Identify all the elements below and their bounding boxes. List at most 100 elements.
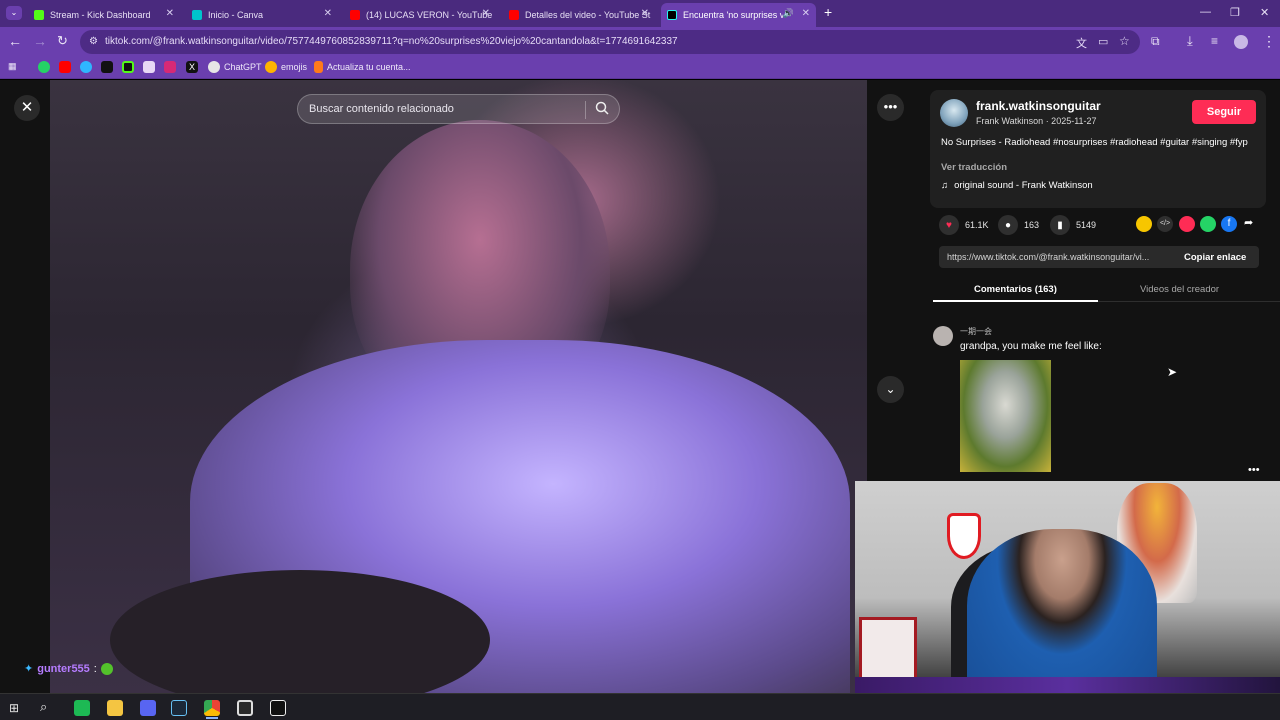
tiktok-icon [667, 10, 677, 20]
repost-share-icon[interactable] [1136, 216, 1152, 232]
extensions-icon[interactable]: ⧉ [1151, 34, 1160, 48]
commenter-name[interactable]: 一期一会 [960, 326, 992, 337]
tab-label: Stream - Kick Dashboard [50, 10, 151, 20]
webcam-desk-light [855, 677, 1280, 693]
chat-badge-icon: ✦ [24, 663, 34, 675]
share-link-url[interactable]: https://www.tiktok.com/@frank.watkinsong… [947, 252, 1172, 262]
webcam-wall-crest [947, 513, 981, 559]
restore-icon[interactable]: ❐ [1230, 6, 1240, 19]
instagram-bookmark[interactable] [164, 61, 176, 73]
sound-row[interactable]: ♫ original sound - Frank Watkinson [941, 180, 1093, 191]
more-options-icon[interactable]: ••• [877, 94, 904, 121]
site-info-icon[interactable]: ⚙ [89, 36, 98, 47]
tab-kick-dashboard[interactable]: Stream - Kick Dashboard ✕ [28, 3, 180, 27]
download-icon[interactable]: ⤓ [1187, 34, 1193, 48]
close-icon[interactable]: ✕ [482, 8, 490, 19]
speaker-icon: 🔊 [782, 8, 794, 18]
menu-icon[interactable]: ⋮ [1262, 34, 1276, 48]
forward-icon[interactable]: → [33, 34, 47, 48]
youtube-icon [350, 10, 360, 20]
x-bookmark[interactable]: X [186, 61, 198, 73]
whatsapp-share-icon[interactable] [1200, 216, 1216, 232]
close-video-button[interactable]: ✕ [14, 95, 40, 121]
translate-icon[interactable]: 文 [1076, 35, 1087, 51]
facebook-share-icon[interactable]: f [1221, 216, 1237, 232]
close-icon[interactable]: ✕ [802, 8, 810, 19]
bookmark-icon: ▮ [1050, 215, 1070, 235]
tab-creator-videos[interactable]: Videos del creador [1140, 284, 1219, 295]
chrome-icon[interactable] [204, 700, 220, 716]
actualiza-bookmark[interactable]: Actualiza tu cuenta... [314, 61, 411, 73]
bookmarks-bar: ▦ X ChatGPT emojis Actualiza tu cuenta..… [0, 57, 1280, 79]
profile-avatar[interactable] [1234, 35, 1248, 49]
tab-youtube-studio[interactable]: Detalles del video - YouTube St ✕ [503, 3, 655, 27]
translate-link[interactable]: Ver traducción [941, 162, 1007, 173]
reload-icon[interactable]: ↻ [57, 34, 68, 48]
browser-toolbar: ← → ↻ ⚙ tiktok.com/@frank.watkinsonguita… [0, 27, 1280, 57]
tiktok-bookmark[interactable] [101, 61, 113, 73]
capcut-icon[interactable] [270, 700, 286, 716]
tiktok-icon [101, 61, 113, 73]
taskbar: ⊞ ⌕ [0, 693, 1280, 720]
send-share-icon[interactable] [1179, 216, 1195, 232]
close-icon[interactable]: ✕ [324, 8, 332, 19]
bookmark-label: emojis [281, 62, 308, 72]
media-icon[interactable]: ≡ [1211, 34, 1218, 48]
file-explorer-icon[interactable] [107, 700, 123, 716]
apps-icon[interactable]: ▦ [8, 61, 17, 72]
close-icon[interactable]: ✕ [641, 8, 649, 19]
next-video-button[interactable]: ⌄ [877, 376, 904, 403]
share-link-box: https://www.tiktok.com/@frank.watkinsong… [939, 246, 1259, 268]
tab-search-icon[interactable]: ⌄ [6, 6, 22, 20]
search-divider [585, 101, 586, 119]
copy-link-button[interactable]: Copiar enlace [1184, 252, 1246, 263]
related-search-input[interactable]: Buscar contenido relacionado [297, 94, 620, 124]
like-stat[interactable]: ♥ 61.1K [939, 215, 989, 235]
comment-gif[interactable] [960, 360, 1051, 472]
whatsapp-bookmark[interactable] [38, 61, 50, 73]
mail-bookmark[interactable] [143, 61, 155, 73]
comment-icon: ● [998, 215, 1018, 235]
edge-bookmark[interactable] [80, 61, 92, 73]
tab-tiktok[interactable]: Encuentra 'no surprises viej 🔊 ✕ [661, 3, 816, 27]
video-player[interactable] [50, 80, 867, 693]
tab-canva[interactable]: Inicio - Canva ✕ [186, 3, 338, 27]
save-count: 5149 [1076, 220, 1097, 230]
mouse-cursor-icon: ➤ [1167, 365, 1178, 379]
bookmark-star-icon[interactable]: ☆ [1119, 34, 1130, 48]
chatgpt-bookmark[interactable]: ChatGPT [208, 61, 262, 73]
close-icon[interactable]: ✕ [166, 8, 174, 19]
search-icon[interactable] [595, 101, 609, 115]
bookmark-label: ChatGPT [224, 62, 262, 72]
comment-stat[interactable]: ● 163 [998, 215, 1039, 235]
spotify-icon[interactable] [74, 700, 90, 716]
tab-youtube-lucas[interactable]: (14) LUCAS VERON - YouTube ✕ [344, 3, 496, 27]
cast-icon[interactable]: ▭ [1098, 35, 1108, 48]
obs-icon[interactable] [237, 700, 253, 716]
kick-bookmark[interactable] [122, 61, 134, 73]
address-bar[interactable]: ⚙ tiktok.com/@frank.watkinsonguitar/vide… [80, 30, 1140, 54]
window-close-icon[interactable]: ✕ [1260, 6, 1269, 19]
creator-avatar[interactable] [940, 99, 968, 127]
tab-comments[interactable]: Comentarios (163) [974, 284, 1057, 295]
commenter-avatar[interactable] [933, 326, 953, 346]
emoji-icon [265, 61, 277, 73]
steam-icon[interactable] [171, 700, 187, 716]
chrome-active-indicator [206, 717, 218, 719]
discord-icon[interactable] [140, 700, 156, 716]
music-note-icon: ♫ [941, 180, 949, 191]
comment-more-icon[interactable]: ••• [1248, 464, 1260, 476]
x-icon: X [186, 61, 198, 73]
save-stat[interactable]: ▮ 5149 [1050, 215, 1096, 235]
minimize-icon[interactable]: — [1200, 6, 1211, 18]
youtube-bookmark[interactable] [59, 61, 71, 73]
back-icon[interactable]: ← [8, 34, 22, 48]
more-share-icon[interactable]: ➦ [1244, 216, 1253, 229]
creator-username[interactable]: frank.watkinsonguitar [976, 99, 1101, 113]
start-icon[interactable]: ⊞ [9, 701, 19, 715]
search-icon[interactable]: ⌕ [40, 699, 47, 715]
new-tab-button[interactable]: + [824, 5, 832, 19]
follow-button[interactable]: Seguir [1192, 100, 1256, 124]
embed-share-icon[interactable]: </> [1157, 216, 1173, 232]
emojis-bookmark[interactable]: emojis [265, 61, 307, 73]
